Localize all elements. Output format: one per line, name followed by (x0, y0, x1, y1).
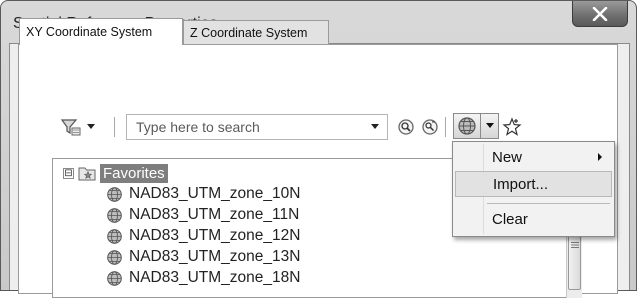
add-to-favorites-button[interactable] (502, 116, 522, 138)
search-dropdown-button[interactable] (366, 118, 384, 136)
tree-item[interactable]: NAD83_UTM_zone_12N (106, 226, 300, 246)
tab-label: Z Coordinate System (190, 25, 308, 40)
filter-icon (60, 119, 81, 136)
tree-item-label: NAD83_UTM_zone_12N (129, 227, 301, 244)
star-icon (502, 117, 522, 136)
filter-button[interactable] (60, 116, 106, 138)
tree-node-favorites[interactable]: ⊟ Favorites (63, 163, 168, 183)
globe-icon (107, 228, 122, 244)
tree-item[interactable]: NAD83_UTM_zone_10N (106, 184, 300, 204)
chevron-down-icon (371, 124, 379, 129)
globe-dropdown-menu: New Import... Clear (452, 141, 615, 237)
globe-icon (107, 270, 122, 286)
tree-item-label: NAD83_UTM_zone_10N (129, 185, 301, 202)
tree-item[interactable]: NAD83_UTM_zone_18N (106, 268, 300, 288)
globe-icon (458, 117, 476, 135)
tree-item-label: NAD83_UTM_zone_18N (129, 269, 301, 286)
toolbar-separator (445, 117, 446, 137)
tree-item[interactable]: NAD83_UTM_zone_13N (106, 247, 300, 267)
search-icon (398, 119, 414, 135)
menu-item-label: New (492, 148, 523, 166)
toolbar-separator (114, 117, 115, 137)
close-icon (592, 6, 608, 21)
close-button[interactable] (572, 1, 628, 27)
tree-item[interactable]: NAD83_UTM_zone_11N (106, 205, 299, 225)
tree-item-label: NAD83_UTM_zone_11N (129, 206, 300, 223)
menu-item-new[interactable]: New (455, 144, 612, 170)
search-options-button[interactable] (420, 117, 440, 137)
menu-item-label: Import... (493, 175, 549, 193)
submenu-arrow-icon (598, 153, 602, 161)
tab-xy-coordinate-system[interactable]: XY Coordinate System (19, 18, 183, 45)
collapse-toggle[interactable]: ⊟ (63, 167, 74, 179)
globe-icon (107, 207, 122, 223)
tree-item-label: NAD83_UTM_zone_13N (129, 248, 301, 265)
search-options-icon (422, 119, 438, 135)
tree-node-label: Favorites (100, 163, 168, 183)
favorites-folder-icon (78, 167, 96, 181)
add-coordinate-system-button[interactable] (453, 113, 499, 139)
tab-z-coordinate-system[interactable]: Z Coordinate System (183, 20, 329, 44)
globe-button-part[interactable] (454, 114, 480, 138)
chevron-down-icon (87, 124, 95, 129)
search-button[interactable] (396, 117, 416, 137)
chevron-down-icon (485, 123, 494, 128)
menu-item-label: Clear (492, 210, 528, 228)
menu-item-import[interactable]: Import... (455, 171, 612, 197)
grip-icon (570, 242, 579, 248)
tab-label: XY Coordinate System (26, 25, 153, 39)
globe-dropdown-toggle[interactable] (481, 114, 498, 138)
search-input[interactable] (126, 114, 388, 140)
globe-icon (107, 249, 122, 265)
globe-icon (107, 186, 122, 202)
menu-separator (487, 203, 610, 204)
menu-item-clear[interactable]: Clear (455, 206, 612, 232)
